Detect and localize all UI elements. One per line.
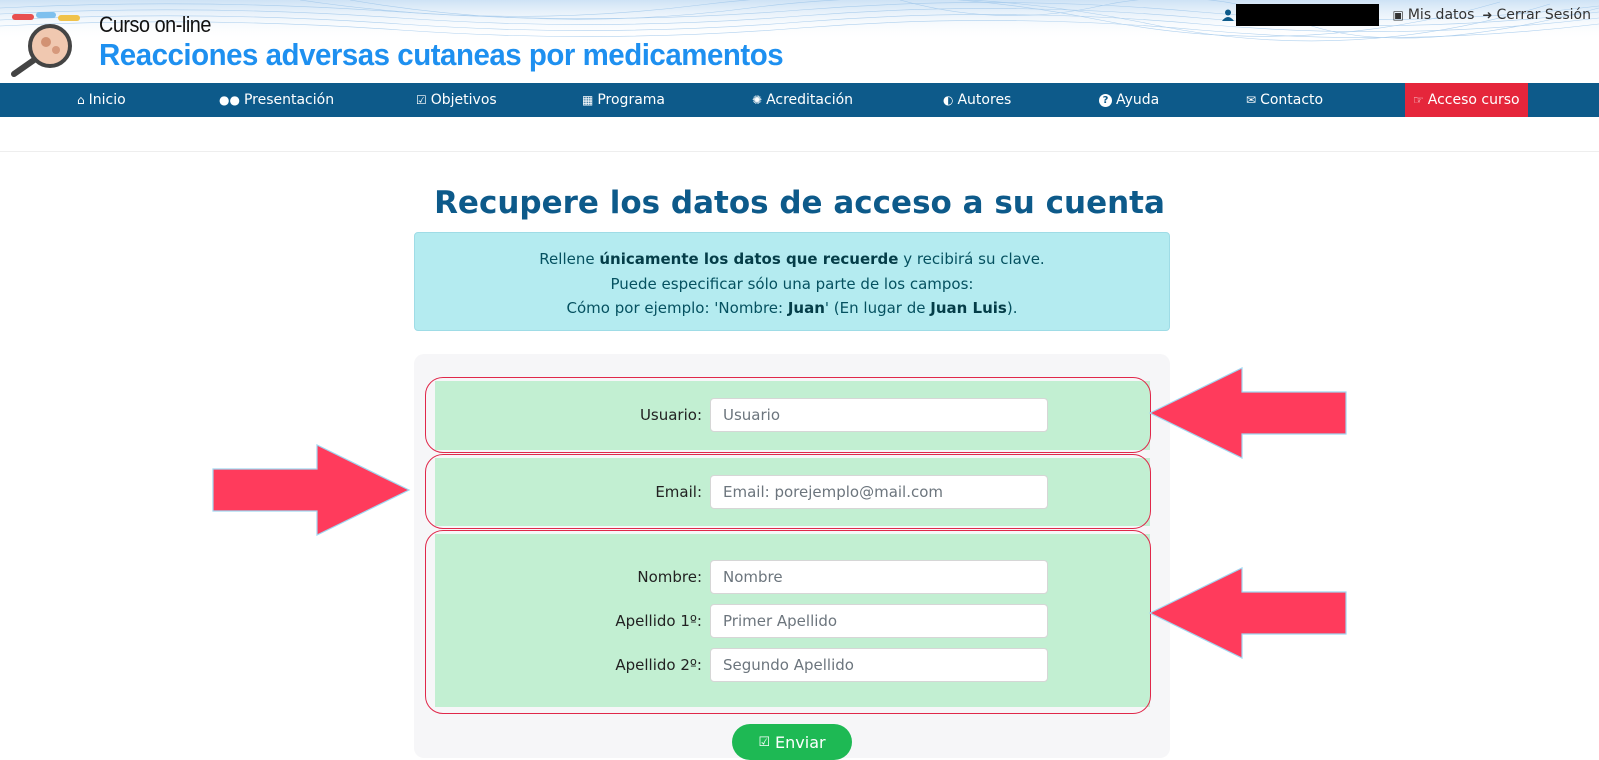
home-icon: ⌂: [77, 93, 85, 107]
nav-acceso-curso[interactable]: ☞ Acceso curso: [1405, 83, 1528, 117]
info-bold: Juan Luis: [930, 299, 1007, 317]
username-redacted: [1235, 4, 1379, 26]
brand-subtitle: Curso on-line: [99, 12, 211, 37]
nav-label: Ayuda: [1116, 92, 1160, 108]
arrow-left-usuario-icon: [1148, 367, 1347, 459]
id-card-icon: ▣: [1392, 8, 1404, 22]
info-text: ).: [1006, 299, 1018, 317]
apellido1-label: Apellido 1º:: [615, 612, 702, 630]
main-navbar: ⌂ Inicio ●● Presentación ☑ Objetivos ▦ P…: [0, 83, 1599, 117]
nav-label: Acreditación: [766, 92, 854, 108]
nav-presentacion[interactable]: ●● Presentación: [219, 83, 334, 117]
nombre-input[interactable]: [710, 560, 1048, 594]
hand-pointer-icon: ☞: [1413, 93, 1424, 107]
cerrar-sesion-label: Cerrar Sesión: [1496, 7, 1591, 23]
enviar-label: Enviar: [775, 732, 826, 752]
enviar-button[interactable]: ☑ Enviar: [732, 724, 852, 760]
user-icon: [1221, 9, 1234, 21]
nav-inicio[interactable]: ⌂ Inicio: [77, 83, 126, 117]
info-alert: Rellene únicamente los datos que recuerd…: [414, 232, 1170, 331]
usuario-label: Usuario:: [639, 406, 702, 424]
mis-datos-label: Mis datos: [1407, 7, 1475, 23]
arrow-left-nombre-icon: [1148, 567, 1347, 659]
page-title: Recupere los datos de acceso a su cuenta: [434, 185, 1165, 221]
mis-datos-link[interactable]: ▣ Mis datos: [1393, 7, 1475, 23]
email-input[interactable]: [710, 475, 1048, 509]
nav-ayuda[interactable]: ? Ayuda: [1099, 83, 1159, 117]
nombre-label: Nombre:: [637, 568, 702, 586]
info-bold: Juan: [787, 299, 825, 317]
apellido1-input[interactable]: [710, 604, 1048, 638]
nav-label: Programa: [597, 92, 665, 108]
email-label: Email:: [655, 483, 702, 501]
apellido2-input[interactable]: [710, 648, 1048, 682]
check-square-icon: ☑: [758, 734, 771, 750]
check-square-icon: ☑: [416, 93, 427, 107]
nav-programa[interactable]: ▦ Programa: [582, 83, 665, 117]
magnifier-logo-icon: [11, 12, 80, 77]
users-icon: ●●: [219, 93, 240, 107]
info-text: ' (En lugar de: [824, 299, 931, 317]
nav-autores[interactable]: ◐ Autores: [943, 83, 1011, 117]
apellido2-label: Apellido 2º:: [615, 656, 702, 674]
info-line-3: Cómo por ejemplo: 'Nombre: Juan' (En lug…: [415, 296, 1169, 321]
shield-icon: ◐: [943, 93, 954, 107]
info-line-2: Puede especificar sólo una parte de los …: [610, 274, 974, 293]
site-header: Curso on-line Reacciones adversas cutane…: [0, 0, 1599, 83]
info-text: Cómo por ejemplo: 'Nombre:: [566, 299, 788, 317]
nav-acreditacion[interactable]: ✺ Acreditación: [752, 83, 853, 117]
section-divider: [0, 151, 1599, 152]
envelope-icon: ✉: [1246, 93, 1257, 107]
nav-objetivos[interactable]: ☑ Objetivos: [416, 83, 497, 117]
arrow-right-email-icon: [212, 444, 411, 536]
sign-out-icon: ➜: [1482, 8, 1493, 22]
certificate-icon: ✺: [752, 93, 763, 107]
nav-contacto[interactable]: ✉ Contacto: [1246, 83, 1323, 117]
brand-title: Reacciones adversas cutaneas por medicam…: [99, 37, 784, 72]
nav-label: Inicio: [88, 92, 126, 108]
usuario-input[interactable]: [710, 398, 1048, 432]
info-line-1: Rellene únicamente los datos que recuerd…: [415, 247, 1169, 272]
user-area: ▣ Mis datos ➜ Cerrar Sesión: [1221, 4, 1591, 26]
cerrar-sesion-link[interactable]: ➜ Cerrar Sesión: [1482, 7, 1591, 23]
nav-label: Objetivos: [430, 92, 497, 108]
nav-label: Autores: [957, 92, 1012, 108]
nav-label: Contacto: [1260, 92, 1324, 108]
nav-label: Presentación: [243, 92, 335, 108]
nav-label: Acceso curso: [1427, 92, 1520, 108]
info-text: Rellene: [539, 250, 600, 268]
info-text: y recibirá su clave.: [898, 250, 1045, 268]
question-circle-icon: ?: [1099, 93, 1112, 107]
calendar-check-icon: ▦: [582, 93, 594, 107]
info-bold: únicamente los datos que recuerde: [599, 250, 899, 268]
